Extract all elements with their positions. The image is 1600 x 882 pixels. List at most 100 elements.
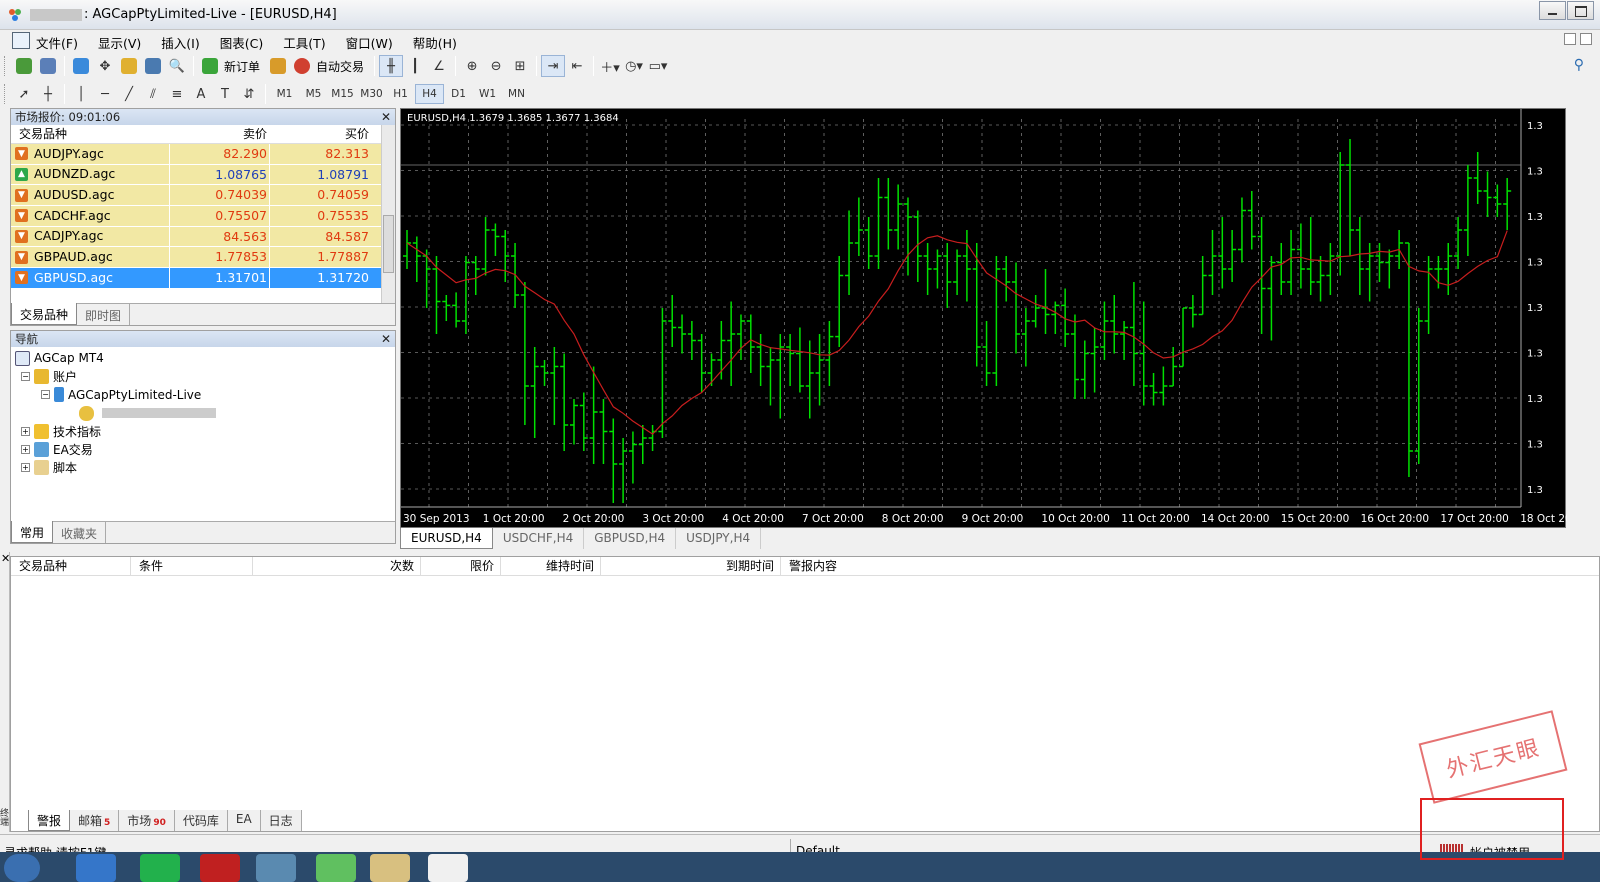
expand-icon[interactable]: + (21, 445, 30, 455)
mdi-restore-button[interactable] (1580, 33, 1592, 45)
market-watch-row[interactable]: ▼ CADJPY.agc 84.563 84.587 (11, 226, 395, 248)
tab-favorites[interactable]: 收藏夹 (53, 522, 107, 543)
data-window-icon[interactable]: ✥ (93, 55, 117, 77)
collapse-icon[interactable]: − (41, 390, 50, 400)
col-limit[interactable]: 限价 (421, 557, 501, 575)
menu-tools[interactable]: 工具(T) (283, 33, 325, 52)
col-event[interactable]: 警报内容 (781, 557, 981, 575)
tf-m15[interactable]: M15 (328, 88, 357, 100)
taskbar-app-2[interactable] (140, 854, 180, 882)
tf-h1[interactable]: H1 (386, 88, 415, 100)
tf-mn[interactable]: MN (502, 88, 531, 100)
tf-h4[interactable]: H4 (415, 84, 444, 104)
col-symbol[interactable]: 交易品种 (11, 125, 169, 143)
navigator-icon[interactable] (117, 55, 141, 77)
auto-trading-button[interactable]: 自动交易 (316, 58, 364, 75)
terminal-tab[interactable]: EA (228, 810, 261, 831)
zoom-out-icon[interactable]: ⊖ (484, 55, 508, 77)
menu-window[interactable]: 窗口(W) (346, 33, 393, 52)
menu-charts[interactable]: 图表(C) (220, 33, 263, 52)
market-watch-row[interactable]: ▲ AUDNZD.agc 1.08765 1.08791 (11, 164, 395, 186)
taskbar-app-6[interactable] (370, 854, 410, 882)
col-expiration[interactable]: 到期时间 (601, 557, 781, 575)
fibonacci-icon[interactable]: ≡ (165, 83, 189, 105)
tf-m1[interactable]: M1 (270, 88, 299, 100)
trendline-icon[interactable]: ╱ (117, 83, 141, 105)
tree-server[interactable]: − AGCapPtyLimited-Live (15, 386, 395, 404)
vertical-scrollbar[interactable] (381, 125, 395, 303)
terminal-tab[interactable]: 市场 90 (119, 810, 175, 831)
terminal-tab[interactable]: 代码库 (175, 810, 228, 831)
tf-d1[interactable]: D1 (444, 88, 473, 100)
taskbar-app-5[interactable] (316, 854, 356, 882)
market-watch-row[interactable]: ▼ AUDJPY.agc 82.290 82.313 (11, 144, 395, 165)
collapse-icon[interactable]: − (21, 371, 30, 381)
arrows-icon[interactable]: ⇵ (237, 83, 261, 105)
tree-account-item[interactable] (15, 404, 395, 422)
autoscroll-icon[interactable]: ⇥ (541, 55, 566, 77)
market-watch-row[interactable]: ▼ CADCHF.agc 0.75507 0.75535 (11, 206, 395, 227)
new-chart-icon[interactable] (12, 55, 36, 77)
expand-icon[interactable]: + (21, 463, 30, 473)
search-icon[interactable]: ⚲ (1574, 57, 1584, 73)
start-button[interactable] (4, 854, 40, 882)
periods-icon[interactable]: ◷▾ (622, 55, 646, 77)
auto-trading-icon[interactable] (290, 55, 314, 77)
taskbar-app-7[interactable] (428, 854, 468, 882)
channel-icon[interactable]: ⫽ (141, 83, 165, 105)
minimize-button[interactable] (1539, 1, 1566, 20)
taskbar-app-4[interactable] (256, 854, 296, 882)
tree-root[interactable]: AGCap MT4 (15, 349, 395, 367)
chart-tab-usdjpy[interactable]: USDJPY,H4 (676, 528, 762, 549)
metaeditor-icon[interactable] (266, 55, 290, 77)
tree-indicators[interactable]: + 技术指标 (15, 422, 395, 440)
tf-m30[interactable]: M30 (357, 88, 386, 100)
new-order-button[interactable]: 新订单 (224, 58, 260, 75)
chart-canvas[interactable]: 30 Sep 2013 1 Oct 20:00 2 Oct 20:00 3 Oct 2… (401, 109, 1567, 529)
chart-window-icon[interactable] (12, 32, 30, 49)
tab-symbols[interactable]: 交易品种 (11, 303, 78, 325)
chart-shift-icon[interactable]: ⇤ (565, 55, 589, 77)
bar-chart-icon[interactable]: ╫ (379, 55, 404, 77)
horizontal-line-icon[interactable]: ─ (93, 83, 117, 105)
col-timeout[interactable]: 维持时间 (501, 557, 601, 575)
text-label-icon[interactable]: T (213, 83, 237, 105)
close-icon[interactable]: ✕ (1, 552, 10, 565)
mdi-minimize-button[interactable] (1564, 33, 1576, 45)
taskbar-app-3[interactable] (200, 854, 240, 882)
chart-tab-gbpusd[interactable]: GBPUSD,H4 (584, 528, 677, 549)
terminal-icon[interactable] (141, 55, 165, 77)
templates-icon[interactable]: ▭▾ (646, 55, 670, 77)
market-watch-row[interactable]: ▼ GBPAUD.agc 1.77853 1.77887 (11, 247, 395, 269)
market-watch-row[interactable]: ▼ GBPUSD.agc 1.31701 1.31720 (11, 268, 395, 289)
zoom-in-icon[interactable]: ⊕ (460, 55, 484, 77)
close-icon[interactable]: ✕ (381, 331, 391, 347)
line-chart-icon[interactable]: ∠ (427, 55, 451, 77)
menu-help[interactable]: 帮助(H) (413, 33, 457, 52)
crosshair-icon[interactable]: ┼ (36, 83, 60, 105)
cursor-icon[interactable]: ➚ (12, 83, 36, 105)
terminal-tab[interactable]: 警报 (28, 810, 71, 831)
text-icon[interactable]: A (189, 83, 213, 105)
chart-tab-usdchf[interactable]: USDCHF,H4 (493, 528, 585, 549)
col-ask[interactable]: 买价 (269, 125, 373, 143)
tab-common[interactable]: 常用 (11, 521, 54, 543)
tf-w1[interactable]: W1 (473, 88, 502, 100)
candlestick-icon[interactable]: ┃ (403, 55, 427, 77)
menu-view[interactable]: 显示(V) (98, 33, 141, 52)
indicators-icon[interactable]: ＋▾ (598, 55, 622, 77)
price-chart[interactable]: 30 Sep 2013 1 Oct 20:00 2 Oct 20:00 3 Oct 2… (400, 108, 1567, 529)
market-watch-row[interactable]: ▼ AUDUSD.agc 0.74039 0.74059 (11, 185, 395, 207)
terminal-tab[interactable]: 日志 (261, 810, 302, 831)
vertical-line-icon[interactable]: │ (69, 83, 93, 105)
tf-m5[interactable]: M5 (299, 88, 328, 100)
terminal-tab[interactable]: 邮箱 5 (70, 810, 120, 831)
maximize-button[interactable] (1567, 1, 1594, 20)
col-counter[interactable]: 次数 (253, 557, 421, 575)
tree-accounts[interactable]: − 账户 (15, 367, 395, 385)
col-bid[interactable]: 卖价 (169, 125, 269, 143)
tree-scripts[interactable]: + 脚本 (15, 459, 395, 477)
tab-tick-chart[interactable]: 即时图 (77, 304, 131, 325)
close-icon[interactable]: ✕ (381, 109, 391, 125)
menu-file[interactable]: 文件(F) (36, 33, 78, 52)
